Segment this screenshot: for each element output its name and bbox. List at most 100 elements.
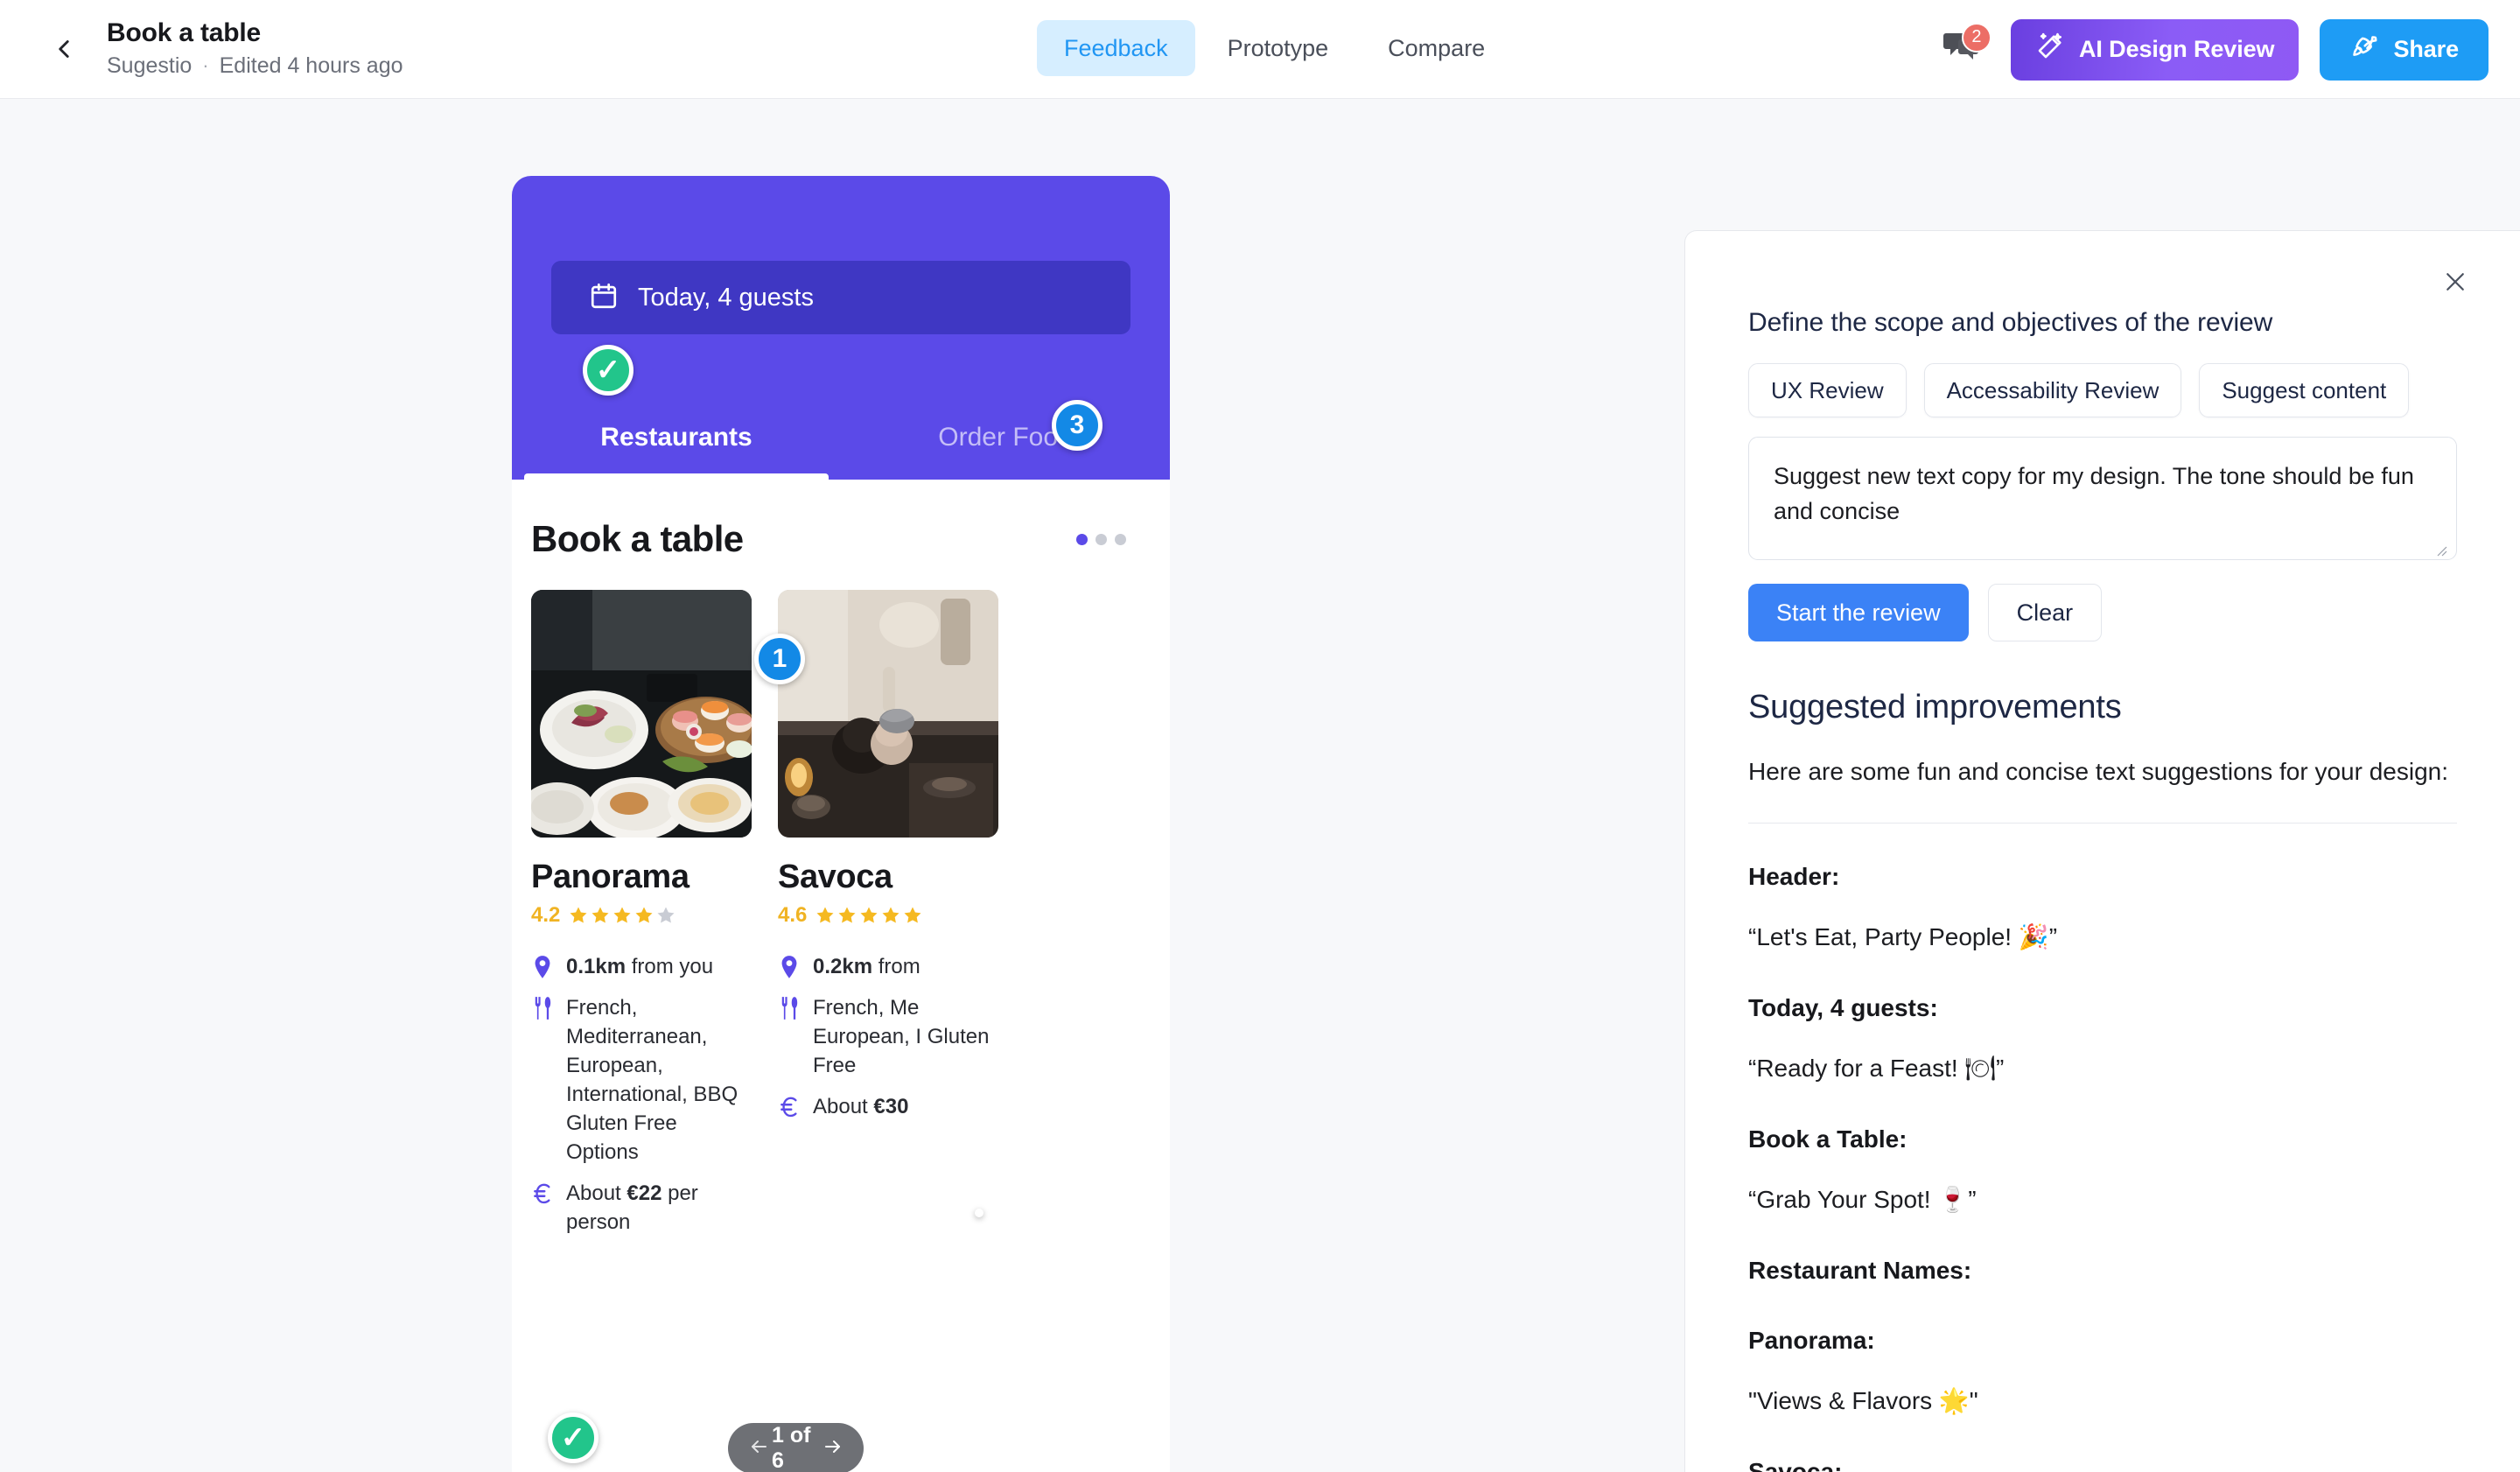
close-icon (2442, 269, 2468, 299)
date-guests-field[interactable]: Today, 4 guests (551, 261, 1130, 334)
results-heading: Suggested improvements (1748, 689, 2122, 725)
app-header: Book a table Sugestio · Edited 4 hours a… (0, 0, 2520, 99)
location-pin-icon (778, 952, 801, 978)
document-meta: Sugestio · Edited 4 hours ago (107, 51, 403, 81)
rating-stars (568, 905, 676, 926)
mockup-tab-restaurants[interactable]: Restaurants (512, 396, 841, 480)
price-value: €30 (873, 1095, 909, 1118)
rocket-icon (2349, 32, 2379, 67)
carousel-dot-2[interactable] (1096, 533, 1107, 545)
cutlery-icon (778, 993, 801, 1020)
euro-icon (531, 1179, 554, 1205)
restaurant-rating: 4.6 (778, 903, 998, 928)
edited-timestamp: Edited 4 hours ago (219, 53, 403, 78)
share-label: Share (2393, 36, 2459, 62)
restaurant-card[interactable]: Savoca 4.6 0.2km from French, Me Europea… (778, 590, 998, 1249)
mockup-tab-order-food[interactable]: Order Food (841, 396, 1170, 480)
project-name: Sugestio (107, 53, 192, 78)
date-guests-label: Today, 4 guests (638, 284, 814, 312)
carousel-dots[interactable] (1076, 533, 1126, 545)
mockup-body: Book a table Panorama 4.2 0.1km from you… (512, 480, 1170, 1249)
calendar-icon (589, 281, 619, 315)
chevron-left-icon (49, 34, 79, 64)
distance-value: 0.1km (566, 955, 626, 978)
comments-button[interactable]: 2 (1936, 22, 1992, 77)
suggestion-quote: “Let's Eat, Party People! 🎉” (1748, 923, 2058, 950)
ai-design-review-label: AI Design Review (2078, 36, 2275, 62)
meta-price: About €22 per person (531, 1179, 752, 1237)
tab-feedback[interactable]: Feedback (1037, 20, 1195, 76)
chip-suggest-content[interactable]: Suggest content (2199, 363, 2410, 417)
clear-button[interactable]: Clear (1987, 584, 2103, 641)
share-button[interactable]: Share (2320, 18, 2488, 81)
cuisine-text: French, Me European, I Gluten Free (813, 996, 990, 1077)
distance-suffix: from (872, 955, 920, 978)
frame-pager[interactable]: 1 of 6 (728, 1423, 864, 1472)
view-tabs: Feedback Prototype Compare (1037, 20, 1512, 76)
suggestion-heading: Header: (1748, 863, 1840, 890)
restaurant-card[interactable]: Panorama 4.2 0.1km from you French, Medi… (531, 590, 752, 1249)
cutlery-icon (531, 993, 554, 1020)
cuisine-text: French, Mediterranean, European, Interna… (566, 996, 738, 1164)
tab-compare[interactable]: Compare (1361, 20, 1512, 76)
arrow-left-icon[interactable] (746, 1436, 772, 1461)
suggestion-quote: “Ready for a Feast! 🍽” (1748, 1055, 2005, 1082)
annotation-pin-spacer (975, 1209, 984, 1217)
restaurant-name: Savoca (778, 859, 892, 895)
meta-distance: 0.2km from (778, 952, 998, 981)
restaurant-rating: 4.2 (531, 903, 752, 928)
ai-design-review-button[interactable]: AI Design Review (2010, 18, 2300, 81)
comments-count-badge: 2 (1961, 22, 1992, 53)
price-prefix: About (566, 1181, 627, 1205)
restaurant-photo (531, 590, 752, 838)
meta-distance: 0.1km from you (531, 952, 752, 981)
scope-chip-group: UX Review Accessability Review Suggest c… (1748, 363, 2457, 417)
results-intro: Here are some fun and concise text sugge… (1748, 758, 2448, 785)
meta-cuisine: French, Mediterranean, European, Interna… (531, 993, 752, 1167)
close-panel-button[interactable] (2436, 264, 2474, 303)
magic-wand-icon (2035, 32, 2065, 67)
location-pin-icon (531, 952, 554, 978)
chip-ux-review[interactable]: UX Review (1748, 363, 1907, 417)
price-prefix: About (813, 1095, 874, 1118)
back-button[interactable] (32, 17, 96, 81)
restaurant-photo (778, 590, 998, 838)
rating-stars (815, 905, 923, 926)
chip-accessability-review[interactable]: Accessability Review (1923, 363, 2182, 417)
suggestion-list: Header: “Let's Eat, Party People! 🎉” Tod… (1748, 860, 2457, 1472)
suggestion-heading: Savoca: (1748, 1458, 1843, 1472)
arrow-right-icon[interactable] (820, 1436, 846, 1461)
meta-separator: · (202, 54, 209, 76)
meta-price: About €30 (778, 1092, 998, 1121)
suggestion-heading: Restaurant Names: (1748, 1257, 1972, 1284)
suggestion-heading: Today, 4 guests: (1748, 994, 1938, 1021)
distance-suffix: from you (626, 955, 714, 978)
carousel-dot-1[interactable] (1076, 533, 1088, 545)
ai-review-panel: Define the scope and objectives of the r… (1684, 230, 2520, 1472)
annotation-pin-check-1[interactable]: ✓ (583, 345, 634, 396)
annotation-pin-1[interactable]: 1 (754, 634, 805, 684)
rating-value: 4.2 (531, 903, 561, 927)
prompt-textarea[interactable] (1748, 437, 2457, 560)
suggestion-heading: Book a Table: (1748, 1125, 1908, 1153)
header-actions: 2 AI Design Review Share (1936, 0, 2488, 99)
suggestion-quote: "Views & Flavors 🌟" (1748, 1387, 1978, 1414)
price-value: €22 (626, 1181, 662, 1205)
mockup-section-title: Book a table (531, 518, 744, 559)
mockup-section-header: Book a table (512, 480, 1170, 560)
tab-prototype[interactable]: Prototype (1200, 20, 1356, 76)
annotation-pin-3[interactable]: 3 (1052, 400, 1102, 451)
start-review-button[interactable]: Start the review (1748, 584, 1969, 641)
document-title-block: Book a table Sugestio · Edited 4 hours a… (107, 18, 403, 81)
design-canvas[interactable]: Today, 4 guests Restaurants Order Food B… (0, 99, 2520, 1472)
restaurant-meta: 0.1km from you French, Mediterranean, Eu… (531, 952, 752, 1237)
distance-value: 0.2km (813, 955, 873, 978)
rating-value: 4.6 (778, 903, 808, 927)
carousel-dot-3[interactable] (1115, 533, 1126, 545)
meta-cuisine: French, Me European, I Gluten Free (778, 993, 998, 1080)
annotation-pin-check-2[interactable]: ✓ (548, 1412, 598, 1463)
pager-label: 1 of 6 (772, 1423, 811, 1472)
restaurant-name: Panorama (531, 859, 690, 895)
suggestion-heading: Panorama: (1748, 1327, 1875, 1354)
suggestion-quote: “Grab Your Spot! 🍷” (1748, 1186, 1977, 1213)
